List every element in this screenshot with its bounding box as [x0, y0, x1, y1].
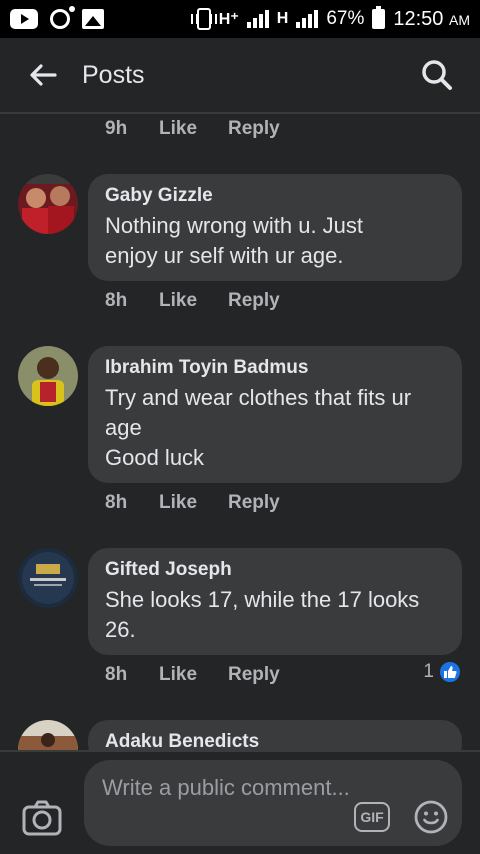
reply-button[interactable]: Reply	[228, 118, 280, 140]
avatar[interactable]	[18, 720, 78, 750]
comment-composer: GIF	[0, 750, 480, 854]
thumbs-up-glyph	[444, 666, 457, 678]
avatar-image	[18, 548, 78, 608]
status-bar: H⁺ H 67% 12:50 AM	[0, 0, 480, 38]
search-icon	[422, 60, 452, 90]
signal-icon	[296, 10, 319, 28]
comment-time: 9h	[105, 118, 128, 139]
search-button[interactable]	[414, 52, 460, 98]
messenger-icon	[50, 6, 75, 29]
avatar[interactable]	[18, 548, 78, 608]
comment-text: Nothing wrong with u. Just enjoy ur self…	[105, 213, 364, 268]
network-type-1: H⁺	[218, 11, 239, 28]
comments-list[interactable]: 9h Like Reply Gaby Gizzle Nothing wrong …	[0, 114, 480, 750]
comment-author[interactable]: Ibrahim Toyin Badmus	[105, 356, 445, 380]
comment-input[interactable]	[84, 760, 462, 846]
network-type-2: H	[276, 10, 289, 27]
comment-text: She looks 17, while the 17 looks 26.	[105, 587, 420, 642]
vibrate-icon	[190, 8, 217, 30]
app-header: Posts	[0, 38, 480, 114]
gif-button[interactable]: GIF	[354, 802, 390, 832]
comment-bubble[interactable]: Gifted Joseph She looks 17, while the 17…	[88, 548, 462, 655]
camera-icon	[22, 800, 62, 836]
like-button[interactable]: Like	[159, 290, 228, 312]
like-button[interactable]: Like	[159, 664, 228, 686]
comment-author[interactable]: Gifted Joseph	[105, 558, 445, 582]
reaction-summary[interactable]: 1	[423, 660, 462, 684]
comment-time: 8h	[105, 290, 128, 311]
comment-bubble[interactable]: Ibrahim Toyin Badmus Try and wear clothe…	[88, 346, 462, 483]
back-arrow-icon	[30, 64, 57, 86]
page-title: Posts	[82, 60, 145, 89]
reply-button[interactable]: Reply	[228, 664, 280, 686]
comment-actions: 8h Like Reply	[105, 290, 280, 312]
avatar-image	[18, 346, 78, 406]
emoji-button[interactable]	[414, 800, 448, 834]
back-button[interactable]	[20, 52, 66, 98]
comment-bubble[interactable]: Gaby Gizzle Nothing wrong with u. Just e…	[88, 174, 462, 281]
gallery-icon	[82, 9, 104, 29]
clock-ampm: AM	[449, 11, 470, 28]
comment-text: Try and wear clothes that fits ur age Go…	[105, 385, 412, 470]
avatar-image	[18, 174, 78, 234]
clock: 12:50 AM	[393, 8, 470, 31]
comment-time: 8h	[105, 492, 128, 513]
comment-actions: 8h Like Reply	[105, 492, 280, 514]
camera-button[interactable]	[22, 798, 62, 838]
like-button[interactable]: Like	[159, 118, 228, 140]
comment-author[interactable]: Gaby Gizzle	[105, 184, 445, 208]
comment-actions: 8h Like Reply	[105, 664, 280, 686]
comment-bubble[interactable]: Adaku Benedicts	[88, 720, 462, 750]
like-button[interactable]: Like	[159, 492, 228, 514]
avatar-image	[18, 720, 78, 750]
reply-button[interactable]: Reply	[228, 290, 280, 312]
smiley-icon	[414, 800, 448, 834]
reaction-count: 1	[423, 661, 434, 682]
comment-actions: 9h Like Reply	[105, 118, 280, 140]
reply-button[interactable]: Reply	[228, 492, 280, 514]
battery-icon	[372, 6, 386, 29]
thumbs-up-icon	[438, 660, 462, 684]
avatar[interactable]	[18, 174, 78, 234]
comment-author[interactable]: Adaku Benedicts	[105, 730, 445, 750]
avatar[interactable]	[18, 346, 78, 406]
youtube-icon	[10, 9, 38, 29]
clock-time: 12:50	[393, 7, 444, 30]
comment-time: 8h	[105, 664, 128, 685]
signal-icon	[246, 10, 269, 28]
battery-percent: 67%	[326, 8, 365, 29]
